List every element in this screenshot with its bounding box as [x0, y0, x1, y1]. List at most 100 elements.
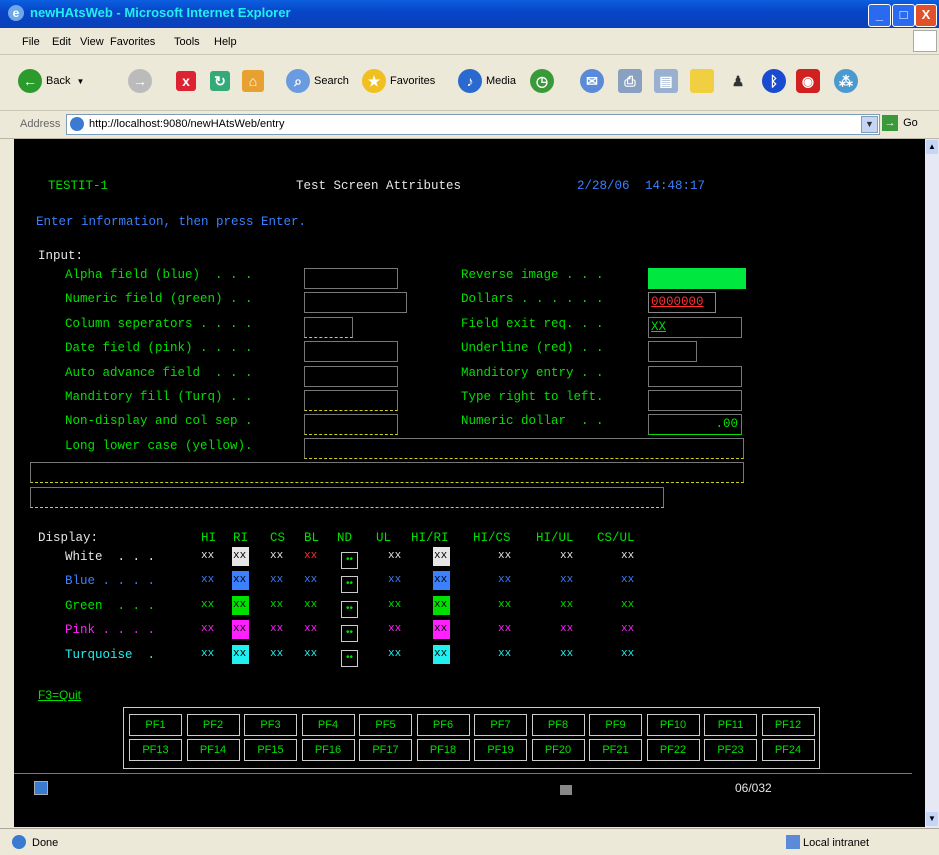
close-button[interactable]: X: [915, 4, 937, 27]
dollars-input[interactable]: 0000000: [648, 292, 716, 313]
field-label: Reverse image . . .: [461, 268, 604, 282]
maximize-button[interactable]: □: [892, 4, 915, 27]
quit-link[interactable]: F3=Quit: [38, 688, 81, 702]
col-header: HI/RI: [411, 531, 449, 545]
column-separators-input[interactable]: [304, 317, 353, 338]
long-lower-case-line3[interactable]: [30, 487, 664, 508]
display-cell: xx: [498, 599, 512, 611]
non-display-input[interactable]: [304, 414, 398, 435]
pf-key-button[interactable]: PF18: [416, 739, 470, 761]
display-cell: xx: [388, 599, 402, 611]
scroll-down-icon[interactable]: ▼: [926, 812, 938, 826]
menu-view[interactable]: View: [80, 36, 104, 48]
pf-key-button[interactable]: PF12: [761, 714, 815, 736]
pf-key-button[interactable]: PF22: [646, 739, 700, 761]
pf-key-button[interactable]: PF9: [589, 714, 642, 736]
long-lower-case-input[interactable]: [304, 438, 744, 459]
forward-button[interactable]: →: [128, 68, 156, 94]
address-url: http://localhost:9080/newHAtsWeb/entry: [89, 118, 285, 130]
status-text: Done: [32, 837, 59, 849]
page-icon: [70, 117, 84, 131]
minimize-button[interactable]: _: [868, 4, 891, 27]
menu-help[interactable]: Help: [214, 36, 237, 48]
pf-key-button[interactable]: PF21: [589, 739, 642, 761]
home-button[interactable]: ⌂: [242, 68, 268, 94]
pf-key-button[interactable]: PF15: [244, 739, 297, 761]
col-header: HI/CS: [473, 531, 511, 545]
menu-edit[interactable]: Edit: [52, 36, 71, 48]
display-cell: xx: [621, 574, 635, 586]
pf-key-button[interactable]: PF6: [416, 714, 470, 736]
window-title: newHAtsWeb - Microsoft Internet Explorer: [30, 5, 291, 20]
pf-key-button[interactable]: PF17: [359, 739, 412, 761]
pf-key-button[interactable]: PF14: [186, 739, 240, 761]
display-cell: xx: [270, 574, 284, 586]
display-cell: xx: [498, 574, 512, 586]
research-button[interactable]: ◉: [796, 68, 824, 94]
divider: [14, 773, 912, 774]
display-cell: xx: [201, 550, 215, 562]
media-label: Media: [486, 75, 516, 87]
go-button[interactable]: → Go: [882, 115, 918, 131]
pf-key-button[interactable]: PF20: [531, 739, 585, 761]
numeric-dollar-input[interactable]: .00: [648, 414, 742, 435]
discuss-button[interactable]: [690, 68, 718, 94]
media-button[interactable]: ♪ Media: [458, 68, 516, 94]
stop-button[interactable]: x: [176, 68, 200, 94]
field-label: Long lower case (yellow).: [65, 439, 253, 453]
print-button[interactable]: ⎙: [618, 68, 646, 94]
display-cell: xx: [201, 599, 215, 611]
mandatory-fill-input[interactable]: [304, 390, 398, 411]
underline-red-input[interactable]: [648, 341, 697, 362]
back-button[interactable]: ← Back ▼: [18, 68, 84, 94]
date-field-input[interactable]: [304, 341, 398, 362]
scroll-up-icon[interactable]: ▲: [926, 140, 938, 154]
edit-button[interactable]: ▤: [654, 68, 682, 94]
long-lower-case-line2[interactable]: [30, 462, 744, 483]
numeric-field-input[interactable]: [304, 292, 407, 313]
menu-favorites[interactable]: Favorites: [110, 36, 155, 48]
refresh-button[interactable]: ↻: [210, 68, 234, 94]
type-right-to-left-input[interactable]: [648, 390, 742, 411]
pf-key-button[interactable]: PF2: [186, 714, 240, 736]
chevron-down-icon[interactable]: ▼: [861, 116, 878, 133]
pf-key-button[interactable]: PF16: [301, 739, 355, 761]
mail-button[interactable]: ✉: [580, 68, 608, 94]
col-header: CS/UL: [597, 531, 635, 545]
address-input[interactable]: http://localhost:9080/newHAtsWeb/entry ▼: [66, 114, 880, 135]
pf-key-button[interactable]: PF1: [129, 714, 182, 736]
field-exit-input[interactable]: XX: [648, 317, 742, 338]
favorites-button[interactable]: ★ Favorites: [362, 68, 435, 94]
pf-key-button[interactable]: PF11: [704, 714, 757, 736]
field-label: Manditory fill (Turq) . .: [65, 390, 253, 404]
mandatory-entry-input[interactable]: [648, 366, 742, 387]
field-label: Underline (red) . .: [461, 341, 604, 355]
messenger-button[interactable]: ♟: [726, 68, 754, 94]
pf-key-button[interactable]: PF13: [129, 739, 182, 761]
pf-key-button[interactable]: PF8: [531, 714, 585, 736]
auto-advance-input[interactable]: [304, 366, 398, 387]
history-button[interactable]: ◷: [530, 68, 558, 94]
pf-key-button[interactable]: PF5: [359, 714, 412, 736]
menu-tools[interactable]: Tools: [174, 36, 200, 48]
messenger-icon: ♟: [726, 69, 750, 93]
pf-key-button[interactable]: PF10: [646, 714, 700, 736]
pf-key-button[interactable]: PF24: [761, 739, 815, 761]
pf-key-button[interactable]: PF3: [244, 714, 297, 736]
address-bar: Address http://localhost:9080/newHAtsWeb…: [0, 111, 939, 139]
pf-key-button[interactable]: PF4: [301, 714, 355, 736]
bluetooth-button[interactable]: ᛒ: [762, 68, 790, 94]
screen-id: TESTIT-1: [48, 179, 109, 193]
alpha-field-input[interactable]: [304, 268, 398, 289]
pf-key-button[interactable]: PF7: [474, 714, 527, 736]
display-cell: xx: [434, 550, 448, 562]
search-button[interactable]: ⌕ Search: [286, 68, 349, 94]
vertical-scrollbar[interactable]: ▲ ▼: [925, 139, 939, 827]
back-label: Back: [46, 75, 71, 87]
users-button[interactable]: ⁂: [834, 68, 862, 94]
pf-key-button[interactable]: PF23: [704, 739, 757, 761]
display-cell: xx: [201, 574, 215, 586]
pf-key-button[interactable]: PF19: [474, 739, 527, 761]
reverse-image-input[interactable]: [648, 268, 746, 289]
menu-file[interactable]: File: [22, 36, 40, 48]
